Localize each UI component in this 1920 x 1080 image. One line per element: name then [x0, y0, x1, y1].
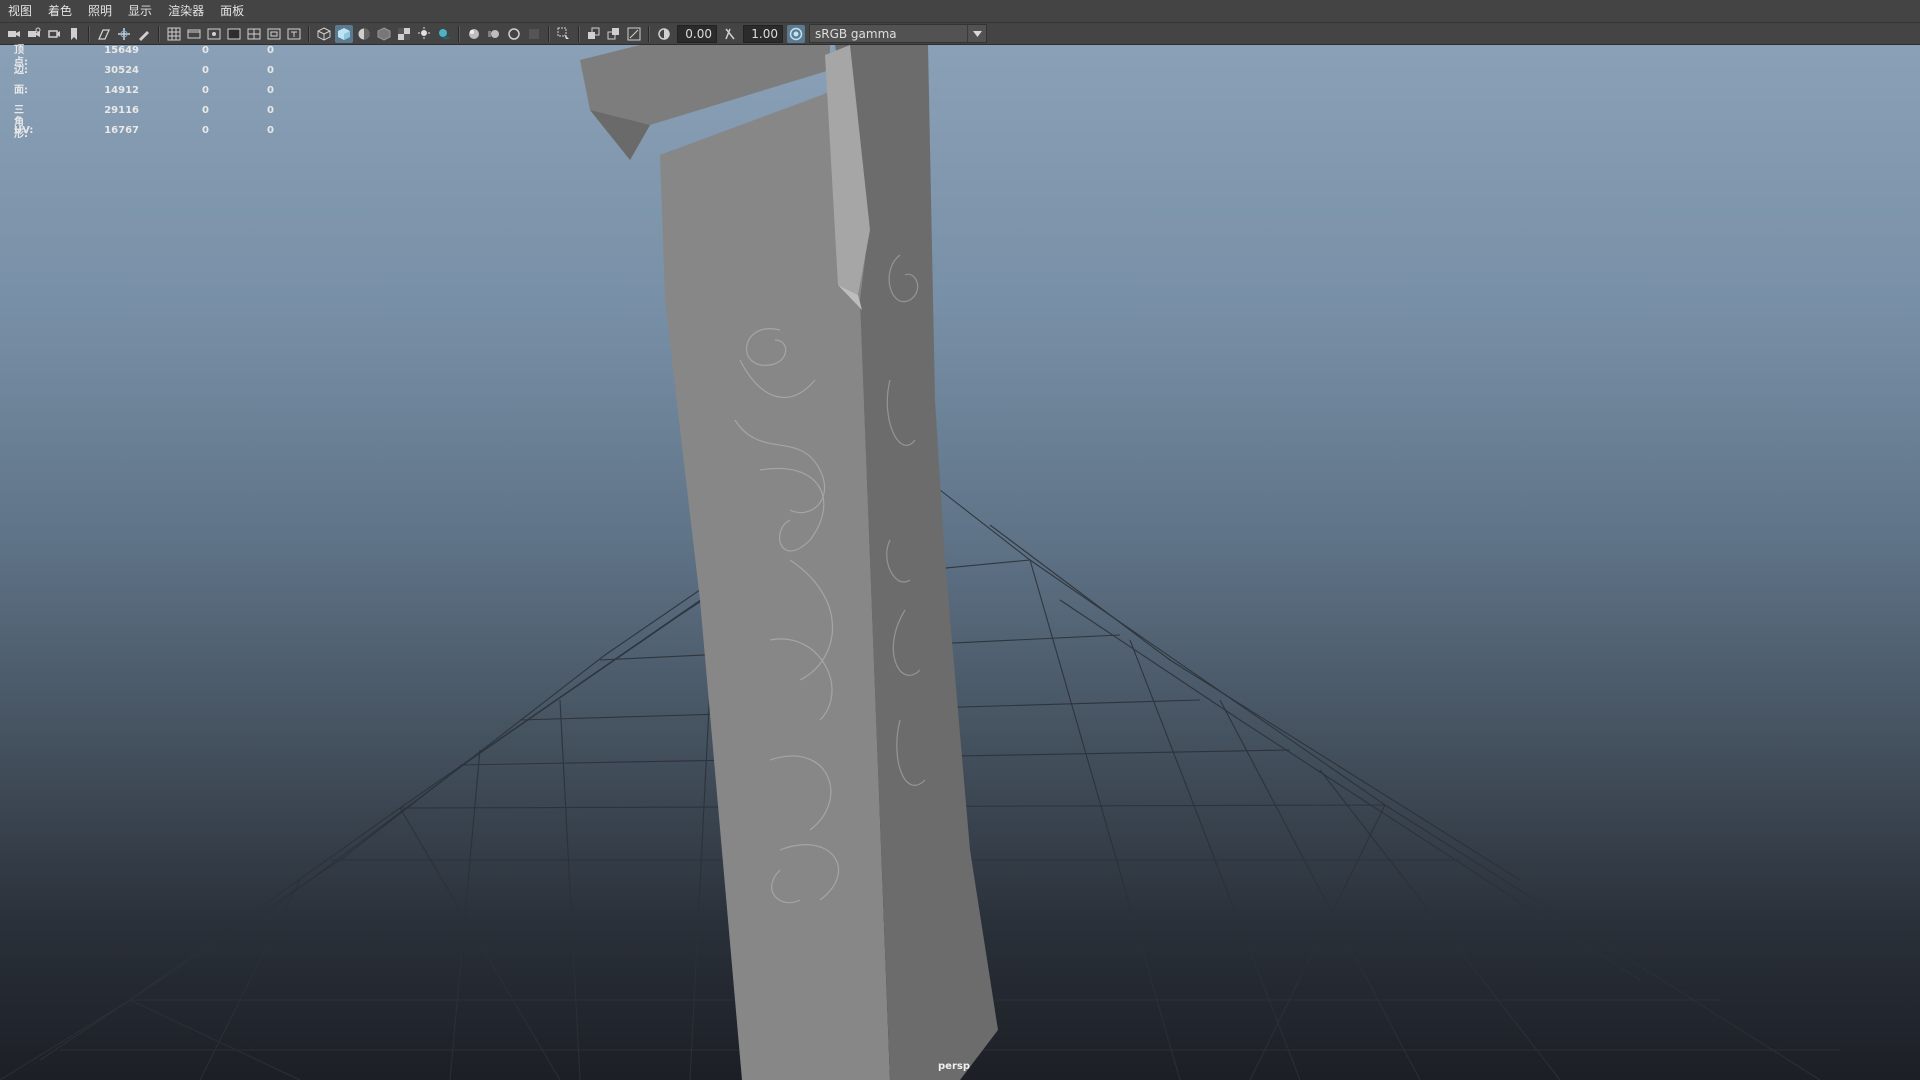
field-chart-icon[interactable]	[245, 25, 263, 43]
panel-menu-bar: 视图 着色 照明 显示 渲染器 面板	[0, 0, 1920, 23]
hud-value: 0	[267, 65, 274, 76]
xray-active-icon[interactable]	[605, 25, 623, 43]
hud-value: 0	[267, 85, 274, 96]
toolbar-separator	[578, 25, 580, 42]
menu-view[interactable]: 视图	[0, 0, 40, 22]
3d-viewport[interactable]	[0, 45, 1920, 1080]
film-gate-icon[interactable]	[185, 25, 203, 43]
hud-value: 0	[202, 85, 209, 96]
hud-label: UV:	[14, 125, 34, 136]
isolate-select-icon[interactable]	[555, 25, 573, 43]
hud-value: 16767	[104, 125, 139, 136]
camera-select-icon[interactable]	[5, 25, 23, 43]
toolbar-separator	[88, 25, 90, 42]
safe-action-icon[interactable]	[265, 25, 283, 43]
toolbar-separator	[548, 25, 550, 42]
gamma-field[interactable]: 1.00	[743, 24, 783, 43]
toolbar-separator	[158, 25, 160, 42]
hud-value: 30524	[104, 65, 139, 76]
menu-shading[interactable]: 着色	[40, 0, 80, 22]
wireframe-icon[interactable]	[315, 25, 333, 43]
panel-toolbar: 0.00 1.00 sRGB gamma	[0, 23, 1920, 45]
xray-icon[interactable]	[375, 25, 393, 43]
hud-value: 29116	[104, 105, 139, 116]
menu-renderer[interactable]: 渲染器	[160, 0, 212, 22]
2d-pan-icon[interactable]	[115, 25, 133, 43]
hud-value: 0	[267, 125, 274, 136]
hud-value: 0	[202, 45, 209, 56]
viewport-scene	[0, 45, 1840, 1080]
default-material-icon[interactable]	[355, 25, 373, 43]
camera-name-label: persp	[938, 1061, 970, 1072]
color-management-icon[interactable]	[787, 24, 805, 43]
toolbar-separator	[308, 25, 310, 42]
menu-panels[interactable]: 面板	[212, 0, 252, 22]
gamma-icon[interactable]	[721, 25, 739, 43]
exposure-icon[interactable]	[655, 25, 673, 43]
smooth-shade-icon[interactable]	[335, 24, 353, 43]
camera-bookmark-icon[interactable]	[45, 25, 63, 43]
grid-icon[interactable]	[165, 25, 183, 43]
safe-title-icon[interactable]	[285, 25, 303, 43]
color-space-value: sRGB gamma	[815, 26, 897, 41]
bookmark-icon[interactable]	[65, 25, 83, 43]
camera-lock-icon[interactable]	[25, 25, 43, 43]
screen-space-ao-icon[interactable]	[465, 25, 483, 43]
hud-value: 0	[267, 105, 274, 116]
toolbar-separator	[458, 25, 460, 42]
hud-value: 15649	[104, 45, 139, 56]
color-space-dropdown[interactable]: sRGB gamma	[809, 24, 987, 43]
toolbar-separator	[648, 25, 650, 42]
textured-icon[interactable]	[395, 25, 413, 43]
hud-value: 0	[202, 125, 209, 136]
backface-culling-icon[interactable]	[625, 25, 643, 43]
shadows-icon[interactable]	[435, 25, 453, 43]
image-plane-icon[interactable]	[95, 25, 113, 43]
lights-icon[interactable]	[415, 25, 433, 43]
resolution-gate-icon[interactable]	[205, 25, 223, 43]
exposure-field[interactable]: 0.00	[677, 24, 717, 43]
blade-model	[580, 45, 998, 1080]
anti-alias-icon[interactable]	[505, 25, 523, 43]
hud-value: 14912	[104, 85, 139, 96]
depth-of-field-icon[interactable]	[525, 25, 543, 43]
xray-joints-icon[interactable]	[585, 25, 603, 43]
menu-lighting[interactable]: 照明	[80, 0, 120, 22]
grease-pencil-icon[interactable]	[135, 25, 153, 43]
hud-label: 面:	[14, 85, 28, 96]
hud-label: 边:	[14, 65, 28, 76]
hud-value: 0	[202, 65, 209, 76]
hud-value: 0	[267, 45, 274, 56]
gate-mask-icon[interactable]	[225, 25, 243, 43]
hud-value: 0	[202, 105, 209, 116]
chevron-down-icon	[967, 25, 986, 42]
motion-blur-icon[interactable]	[485, 25, 503, 43]
menu-show[interactable]: 显示	[120, 0, 160, 22]
